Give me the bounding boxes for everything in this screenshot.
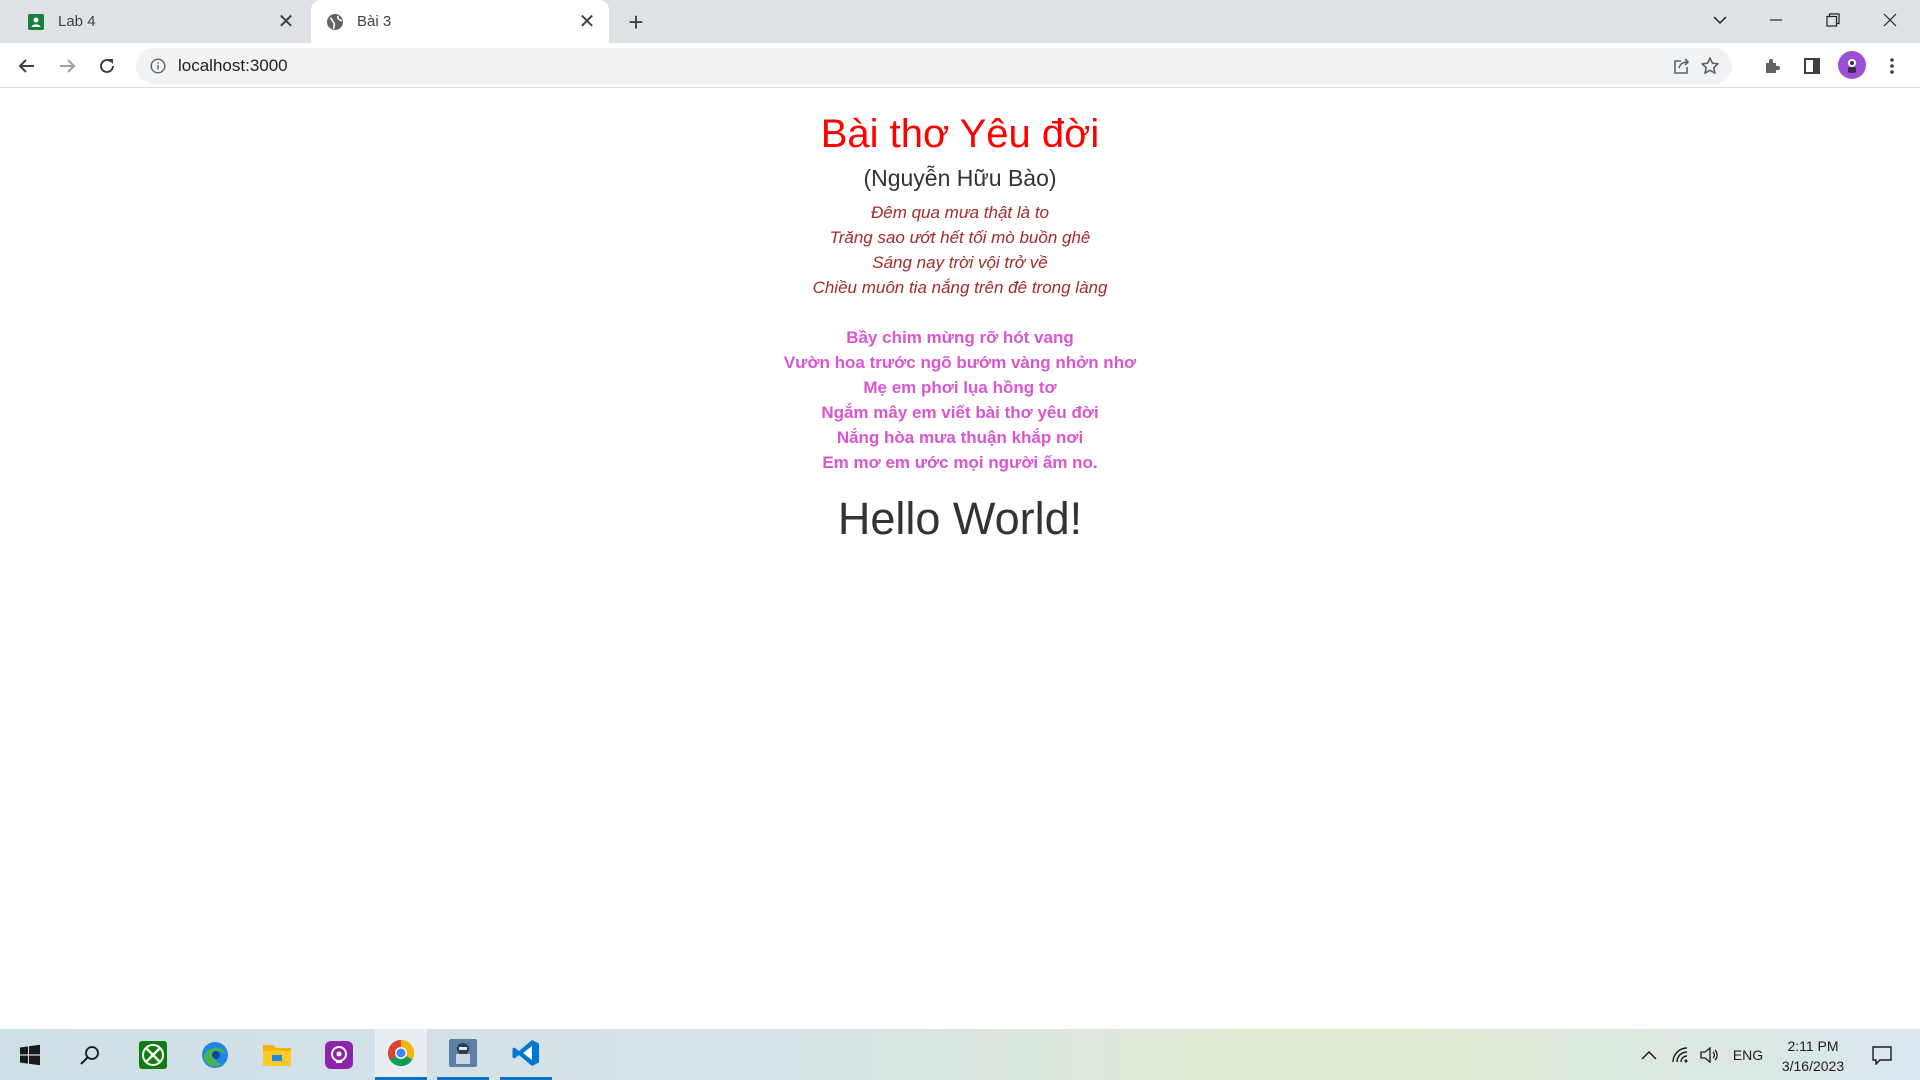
tab-lab-4[interactable]: Lab 4 ✕ — [12, 0, 308, 43]
reload-button[interactable] — [91, 50, 123, 82]
xbox-icon[interactable] — [127, 1029, 179, 1080]
sheets-icon — [26, 12, 46, 32]
info-icon[interactable] — [148, 56, 168, 76]
tab-strip: Lab 4 ✕ Bài 3 ✕ + — [0, 0, 1920, 43]
edge-icon[interactable] — [189, 1029, 241, 1080]
restore-button[interactable] — [1805, 0, 1861, 40]
network-icon[interactable] — [1666, 1029, 1694, 1080]
poem-line: Trăng sao ướt hết tối mò buồn ghê — [829, 228, 1091, 247]
side-panel-icon[interactable] — [1796, 50, 1828, 82]
forward-button[interactable] — [51, 50, 83, 82]
clock-time: 2:11 PM — [1787, 1038, 1839, 1054]
poem-line: Bầy chim mừng rỡ hót vang — [846, 328, 1074, 347]
tab-search-icon[interactable] — [1692, 0, 1748, 40]
podcast-app-icon[interactable] — [313, 1029, 365, 1080]
share-icon[interactable] — [1670, 54, 1694, 78]
clock-date: 3/16/2023 — [1781, 1058, 1845, 1074]
url-text: localhost:3000 — [178, 56, 288, 75]
file-explorer-icon[interactable] — [251, 1029, 303, 1080]
show-hidden-icons-icon[interactable] — [1636, 1029, 1662, 1080]
close-window-button[interactable] — [1862, 0, 1918, 40]
profile-avatar[interactable] — [1838, 51, 1866, 79]
tab-label: Bài 3 — [357, 13, 392, 30]
vscode-icon[interactable] — [500, 1029, 552, 1080]
notifications-icon[interactable] — [1864, 1029, 1900, 1080]
globe-icon — [325, 12, 345, 32]
volume-icon[interactable] — [1696, 1029, 1724, 1080]
close-tab-icon[interactable]: ✕ — [274, 10, 298, 34]
more-menu-icon[interactable] — [1876, 50, 1908, 82]
search-icon[interactable] — [64, 1029, 116, 1080]
start-icon[interactable] — [4, 1029, 56, 1080]
page-content: Bài thơ Yêu đời (Nguyễn Hữu Bào) Đêm qua… — [0, 89, 1920, 1029]
poem-author: (Nguyễn Hữu Bào) — [863, 165, 1057, 191]
poem-line: Chiều muôn tia nắng trên đê trong làng — [812, 278, 1108, 297]
address-bar[interactable]: localhost:3000 — [136, 48, 1732, 84]
poem-line: Nắng hòa mưa thuận khắp nơi — [836, 428, 1084, 447]
taskbar: ENG 2:11 PM 3/16/2023 — [0, 1029, 1920, 1080]
game-app-icon[interactable] — [437, 1029, 489, 1080]
extensions-icon[interactable] — [1756, 50, 1788, 82]
poem-line: Em mơ em ước mọi người ấm no. — [822, 453, 1098, 472]
tab-label: Lab 4 — [58, 13, 96, 30]
poem-line: Vườn hoa trước ngõ bướm vàng nhởn nhơ — [783, 353, 1137, 372]
back-button[interactable] — [11, 50, 43, 82]
poem-title: Bài thơ Yêu đời — [820, 112, 1100, 156]
minimize-button[interactable] — [1748, 0, 1804, 40]
poem-line: Ngắm mây em viết bài thơ yêu đời — [821, 403, 1099, 422]
new-tab-button[interactable]: + — [620, 7, 652, 37]
hello-heading: Hello World! — [837, 493, 1083, 544]
poem-line: Mẹ em phơi lụa hồng tơ — [863, 378, 1057, 397]
clock[interactable]: 2:11 PM 3/16/2023 — [1770, 1036, 1856, 1076]
poem-line: Đêm qua mưa thật là to — [870, 203, 1050, 222]
tab-bai-3[interactable]: Bài 3 ✕ — [311, 0, 609, 43]
language-indicator[interactable]: ENG — [1728, 1029, 1768, 1080]
chrome-icon[interactable] — [375, 1029, 427, 1080]
stanza-2: Bầy chim mừng rỡ hót vang Vườn hoa trước… — [0, 325, 1920, 475]
browser-toolbar: localhost:3000 — [0, 43, 1920, 88]
stanza-1: Đêm qua mưa thật là to Trăng sao ướt hết… — [0, 200, 1920, 300]
close-tab-icon[interactable]: ✕ — [575, 10, 599, 34]
poem-line: Sáng nay trời vội trở về — [872, 253, 1048, 272]
bookmark-star-icon[interactable] — [1698, 54, 1722, 78]
